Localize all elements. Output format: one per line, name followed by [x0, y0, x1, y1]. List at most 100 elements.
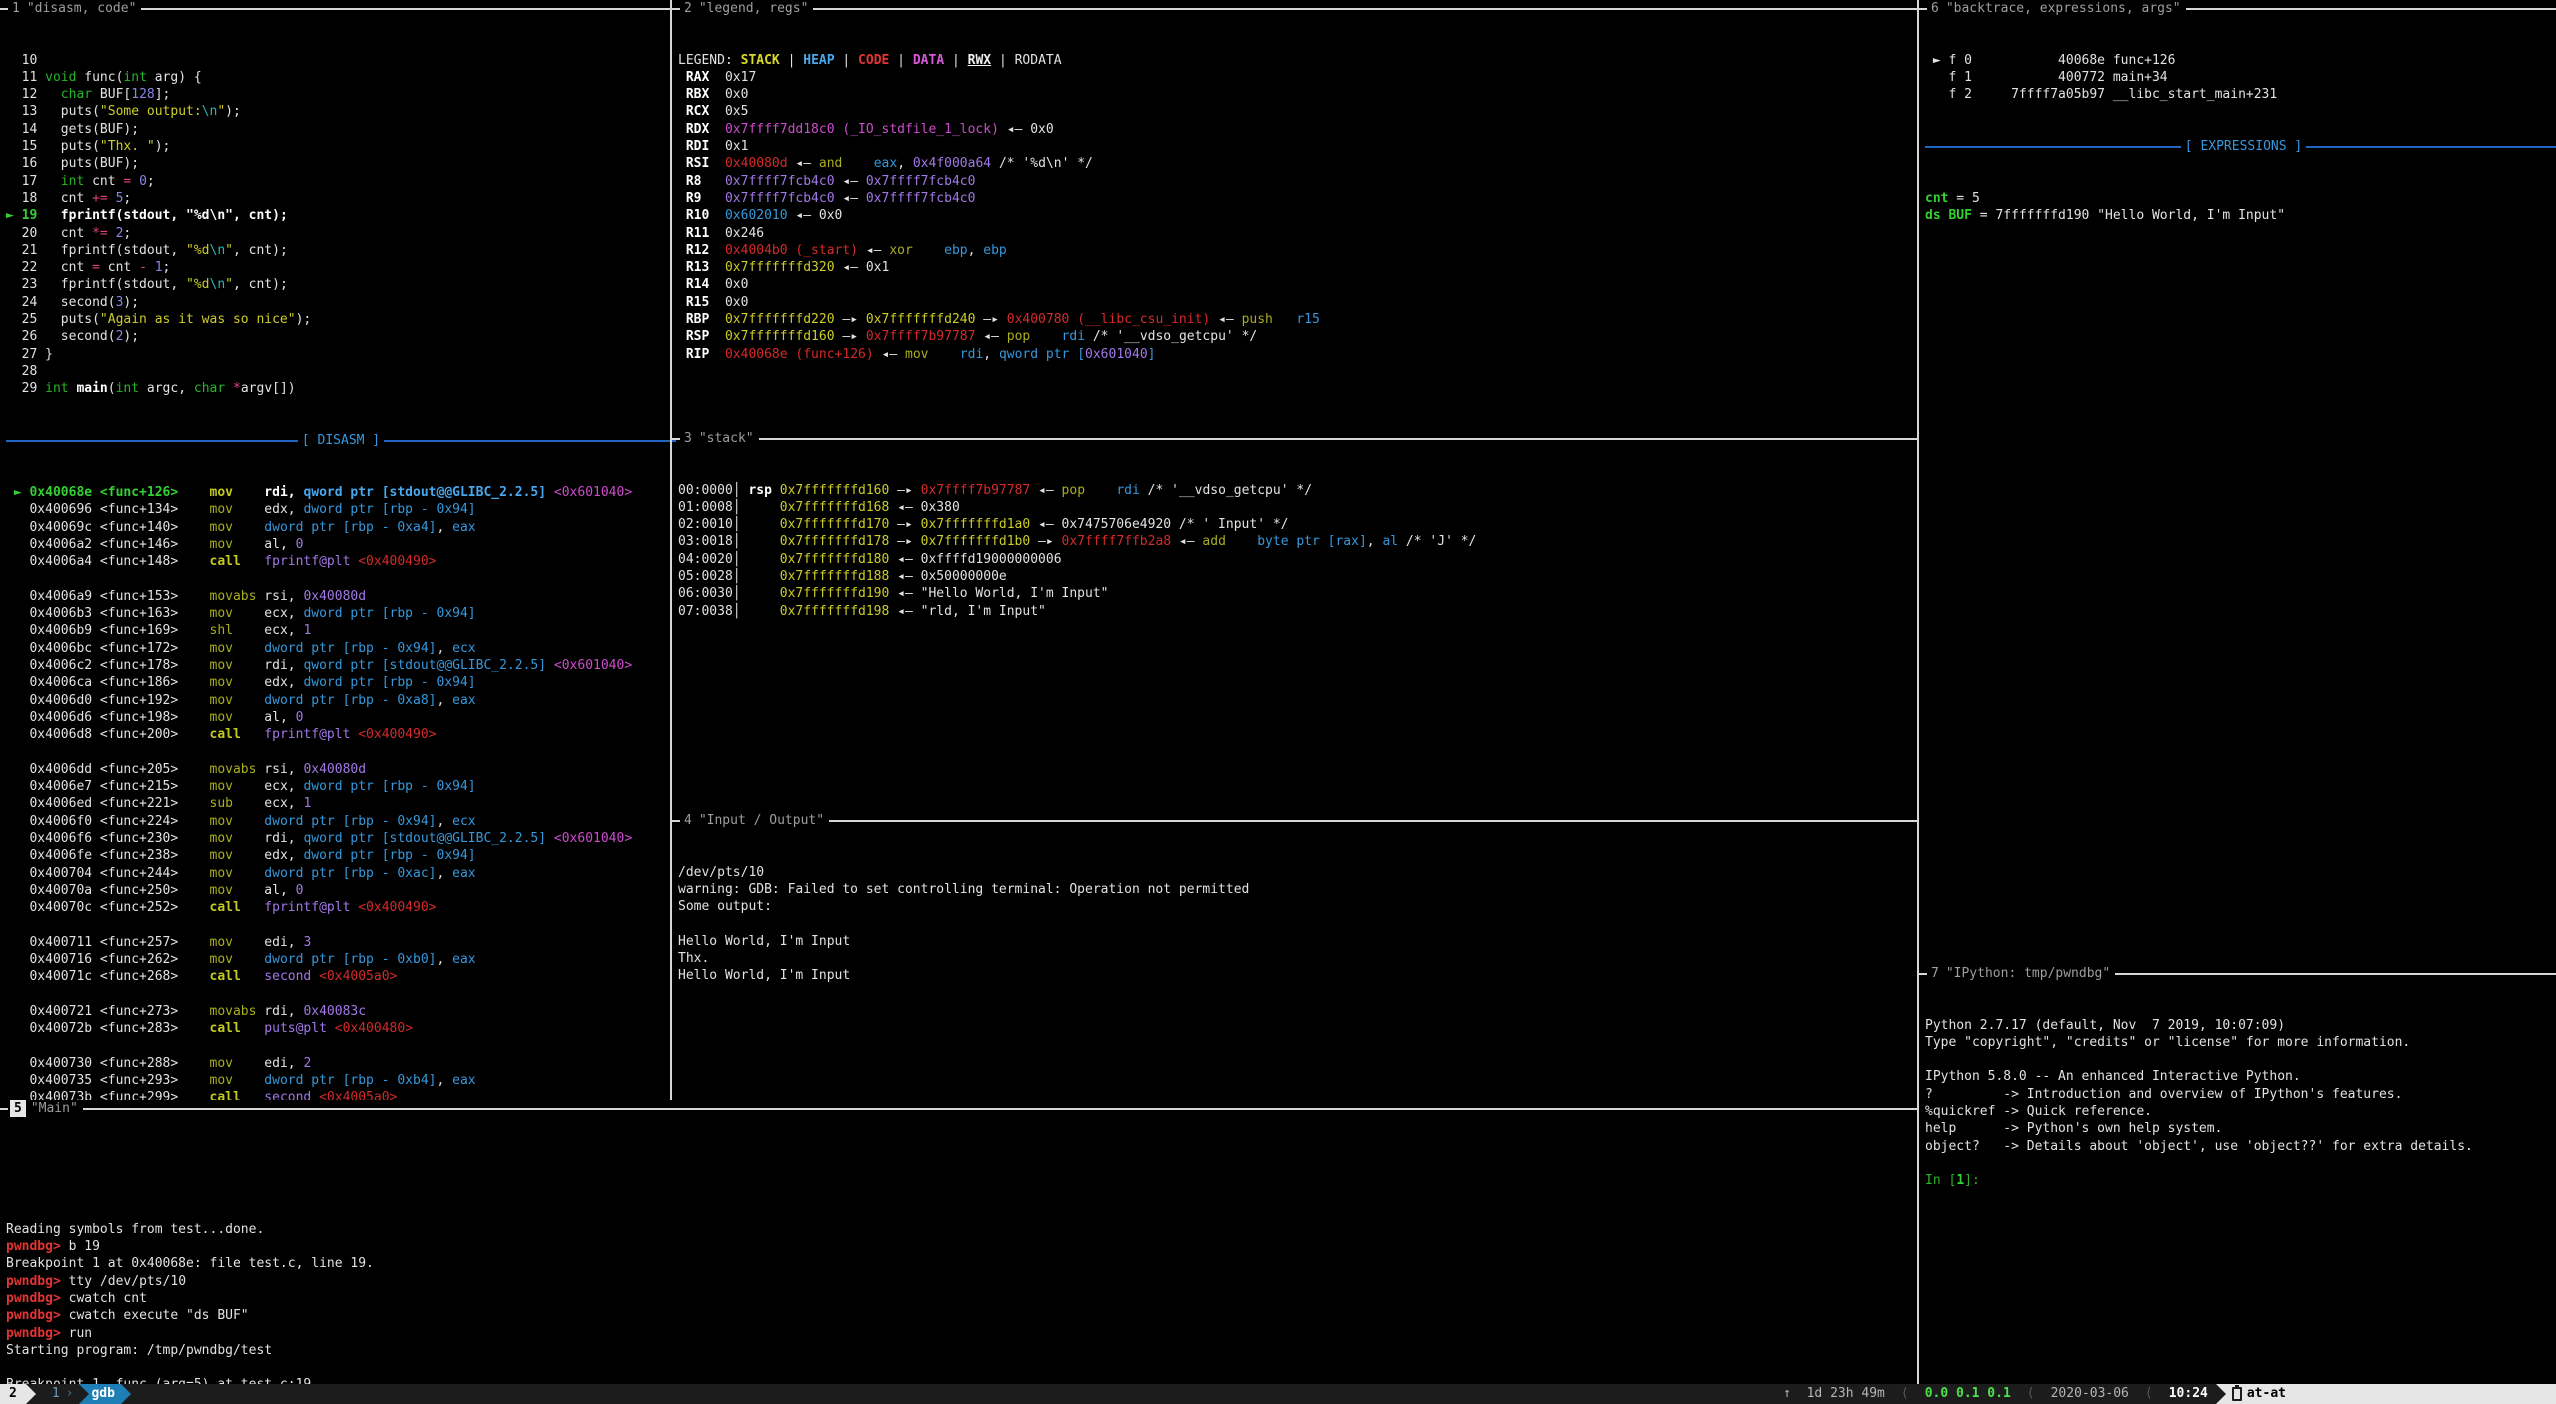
terminal-line: 0x400716 <func+262> mov dword ptr [rbp -…	[6, 951, 676, 968]
divider-line	[384, 440, 676, 442]
terminal-line: ds BUF = 7fffffffd190 "Hello World, I'm …	[1925, 207, 2556, 224]
terminal-line: RDI 0x1	[678, 138, 1923, 155]
border-line	[672, 820, 680, 822]
terminal-line: 00:0000│ rsp 0x7fffffffd160 —▸ 0x7ffff7b…	[678, 482, 1923, 499]
terminal-line	[6, 1186, 1923, 1203]
hostname-segment: at-at	[2226, 1384, 2296, 1404]
terminal-line: 0x400704 <func+244> mov dword ptr [rbp -…	[6, 865, 676, 882]
terminal-line: 29 int main(int argc, char *argv[])	[6, 380, 676, 397]
terminal-line	[6, 1152, 1923, 1169]
angle-separator-icon: ⟨	[2019, 1384, 2043, 1404]
terminal-line: LEGEND: STACK | HEAP | CODE | DATA | RWX…	[678, 52, 1923, 69]
terminal-line: 20 cnt *= 2;	[6, 225, 676, 242]
border-line	[2186, 8, 2556, 10]
hostname: at-at	[2247, 1384, 2286, 1404]
border-line	[829, 820, 1917, 822]
terminal-line: 0x40072b <func+283> call puts@plt <0x400…	[6, 1020, 676, 1037]
terminal-line: ► 0x40068e <func+126> mov rdi, qword ptr…	[6, 484, 676, 501]
terminal-line: 0x4006a2 <func+146> mov al, 0	[6, 536, 676, 553]
pane-backtrace-expressions[interactable]: ► f 0 40068e func+126 f 1 400772 main+34…	[1919, 17, 2556, 965]
session-index[interactable]: 2	[0, 1384, 26, 1404]
terminal-line: IPython 5.8.0 -- An enhanced Interactive…	[1925, 1068, 2556, 1085]
terminal-line: Python 2.7.17 (default, Nov 7 2019, 10:0…	[1925, 1017, 2556, 1034]
border-line	[759, 438, 1917, 440]
angle-separator-icon: ⟨	[2137, 1384, 2161, 1404]
terminal-line	[6, 1169, 1923, 1186]
pane-number-active: 5	[10, 1100, 26, 1117]
terminal-line: 11 void func(int arg) {	[6, 69, 676, 86]
terminal-line: f 1 400772 main+34	[1925, 69, 2556, 86]
terminal-line: 02:0010│ 0x7fffffffd170 —▸ 0x7fffffffd1a…	[678, 516, 1923, 533]
terminal-line	[1925, 1155, 2556, 1172]
pane-main-gdb[interactable]: Reading symbols from test...done.pwndbg>…	[0, 1117, 1923, 1384]
terminal-line: 25 puts("Again as it was so nice");	[6, 311, 676, 328]
terminal-line: 0x40070a <func+250> mov al, 0	[6, 882, 676, 899]
terminal-line: 21 fprintf(stdout, "%d\n", cnt);	[6, 242, 676, 259]
terminal-line: ► 19 fprintf(stdout, "%d\n", cnt);	[6, 207, 676, 224]
pane-number: 4	[682, 812, 694, 829]
disasm-section-divider: [ DISASM ]	[6, 432, 676, 449]
terminal-line: 0x400730 <func+288> mov edi, 2	[6, 1055, 676, 1072]
terminal-line	[6, 743, 676, 760]
terminal-line: 05:0028│ 0x7fffffffd188 ◂— 0x50000000e	[678, 568, 1923, 585]
backtrace-frame-lines: ► f 0 40068e func+126 f 1 400772 main+34…	[1925, 52, 2556, 104]
terminal-line: 0x40070c <func+252> call fprintf@plt <0x…	[6, 899, 676, 916]
pane-ipython[interactable]: Python 2.7.17 (default, Nov 7 2019, 10:0…	[1919, 982, 2556, 1384]
terminal-line: 0x4006a4 <func+148> call fprintf@plt <0x…	[6, 553, 676, 570]
terminal-line: 28	[6, 363, 676, 380]
pane-title: "stack"	[694, 430, 759, 447]
terminal-line: pwndbg> run	[6, 1325, 1923, 1342]
status-right: ↑ 1d 23h 49m ⟨ 0.0 0.1 0.1 ⟨ 2020-03-06 …	[1775, 1384, 2556, 1404]
terminal-line: Thx.	[678, 950, 1923, 967]
pane-io[interactable]: /dev/pts/10warning: GDB: Failed to set c…	[672, 829, 1923, 1100]
pane-border-legend-regs: 2"legend, regs"	[672, 0, 1917, 17]
terminal-line: pwndbg> b 19	[6, 1238, 1923, 1255]
battery-icon	[2232, 1387, 2242, 1401]
terminal-line: 23 fprintf(stdout, "%d\n", cnt);	[6, 276, 676, 293]
tmux-status-bar: 2 1 › gdb ↑ 1d 23h 49m ⟨ 0.0 0.1 0.1 ⟨ 2…	[0, 1384, 2556, 1404]
terminal-line: 10	[6, 52, 676, 69]
terminal-line: 12 char BUF[128];	[6, 86, 676, 103]
terminal-line: Breakpoint 1, func (arg=5) at test.c:19	[6, 1376, 1923, 1384]
terminal-line	[1925, 1051, 2556, 1068]
pane-border-backtrace: 6"backtrace, expressions, args"	[1919, 0, 2556, 17]
pane-title: "Main"	[26, 1100, 83, 1117]
terminal-line: RIP 0x40068e (func+126) ◂— mov rdi, qwor…	[678, 346, 1923, 363]
pane-legend-regs[interactable]: LEGEND: STACK | HEAP | CODE | DATA | RWX…	[672, 17, 1923, 430]
window-tab-gdb[interactable]: gdb	[89, 1384, 120, 1404]
terminal-line: R15 0x0	[678, 294, 1923, 311]
terminal-line: 0x40071c <func+268> call second <0x4005a…	[6, 968, 676, 985]
terminal-line: 0x40073b <func+299> call second <0x4005a…	[6, 1089, 676, 1100]
terminal-line: 0x4006b9 <func+169> shl ecx, 1	[6, 622, 676, 639]
powerline-arrow-icon	[26, 1384, 36, 1404]
terminal-line: ? -> Introduction and overview of IPytho…	[1925, 1086, 2556, 1103]
border-line	[0, 1108, 8, 1110]
terminal-line: pwndbg> cwatch execute "ds BUF"	[6, 1307, 1923, 1324]
status-time: 10:24	[2161, 1384, 2216, 1404]
border-line	[672, 8, 680, 10]
terminal-line: 0x400711 <func+257> mov edi, 3	[6, 934, 676, 951]
pane-title: "disasm, code"	[22, 0, 142, 17]
terminal-line: warning: GDB: Failed to set controlling …	[678, 881, 1923, 898]
terminal-line: 06:0030│ 0x7fffffffd190 ◂— "Hello World,…	[678, 585, 1923, 602]
border-line	[1919, 973, 1927, 975]
terminal-line: 0x4006c2 <func+178> mov rdi, qword ptr […	[6, 657, 676, 674]
terminal-line	[6, 571, 676, 588]
powerline-arrow-icon	[2216, 1384, 2226, 1404]
register-lines: LEGEND: STACK | HEAP | CODE | DATA | RWX…	[678, 52, 1923, 363]
pane-stack[interactable]: 00:0000│ rsp 0x7fffffffd160 —▸ 0x7ffff7b…	[672, 447, 1923, 812]
window-index[interactable]: 1	[52, 1384, 60, 1404]
terminal-line	[6, 1359, 1923, 1376]
terminal-line: 0x4006e7 <func+215> mov ecx, dword ptr […	[6, 778, 676, 795]
pane-disasm-code[interactable]: 10 11 void func(int arg) { 12 char BUF[1…	[0, 17, 676, 1100]
terminal-line: R10 0x602010 ◂— 0x0	[678, 207, 1923, 224]
load-average: 0.0 0.1 0.1	[1917, 1384, 2019, 1404]
terminal-line: Reading symbols from test...done.	[6, 1221, 1923, 1238]
pane-number: 7	[1929, 965, 1941, 982]
pane-number: 1	[10, 0, 22, 17]
pane-number: 6	[1929, 0, 1941, 17]
terminal-line	[6, 916, 676, 933]
source-code-lines: 10 11 void func(int arg) { 12 char BUF[1…	[6, 52, 676, 398]
pane-border-ipython: 7"IPython: tmp/pwndbg"	[1919, 965, 2556, 982]
terminal-line: 13 puts("Some output:\n");	[6, 103, 676, 120]
